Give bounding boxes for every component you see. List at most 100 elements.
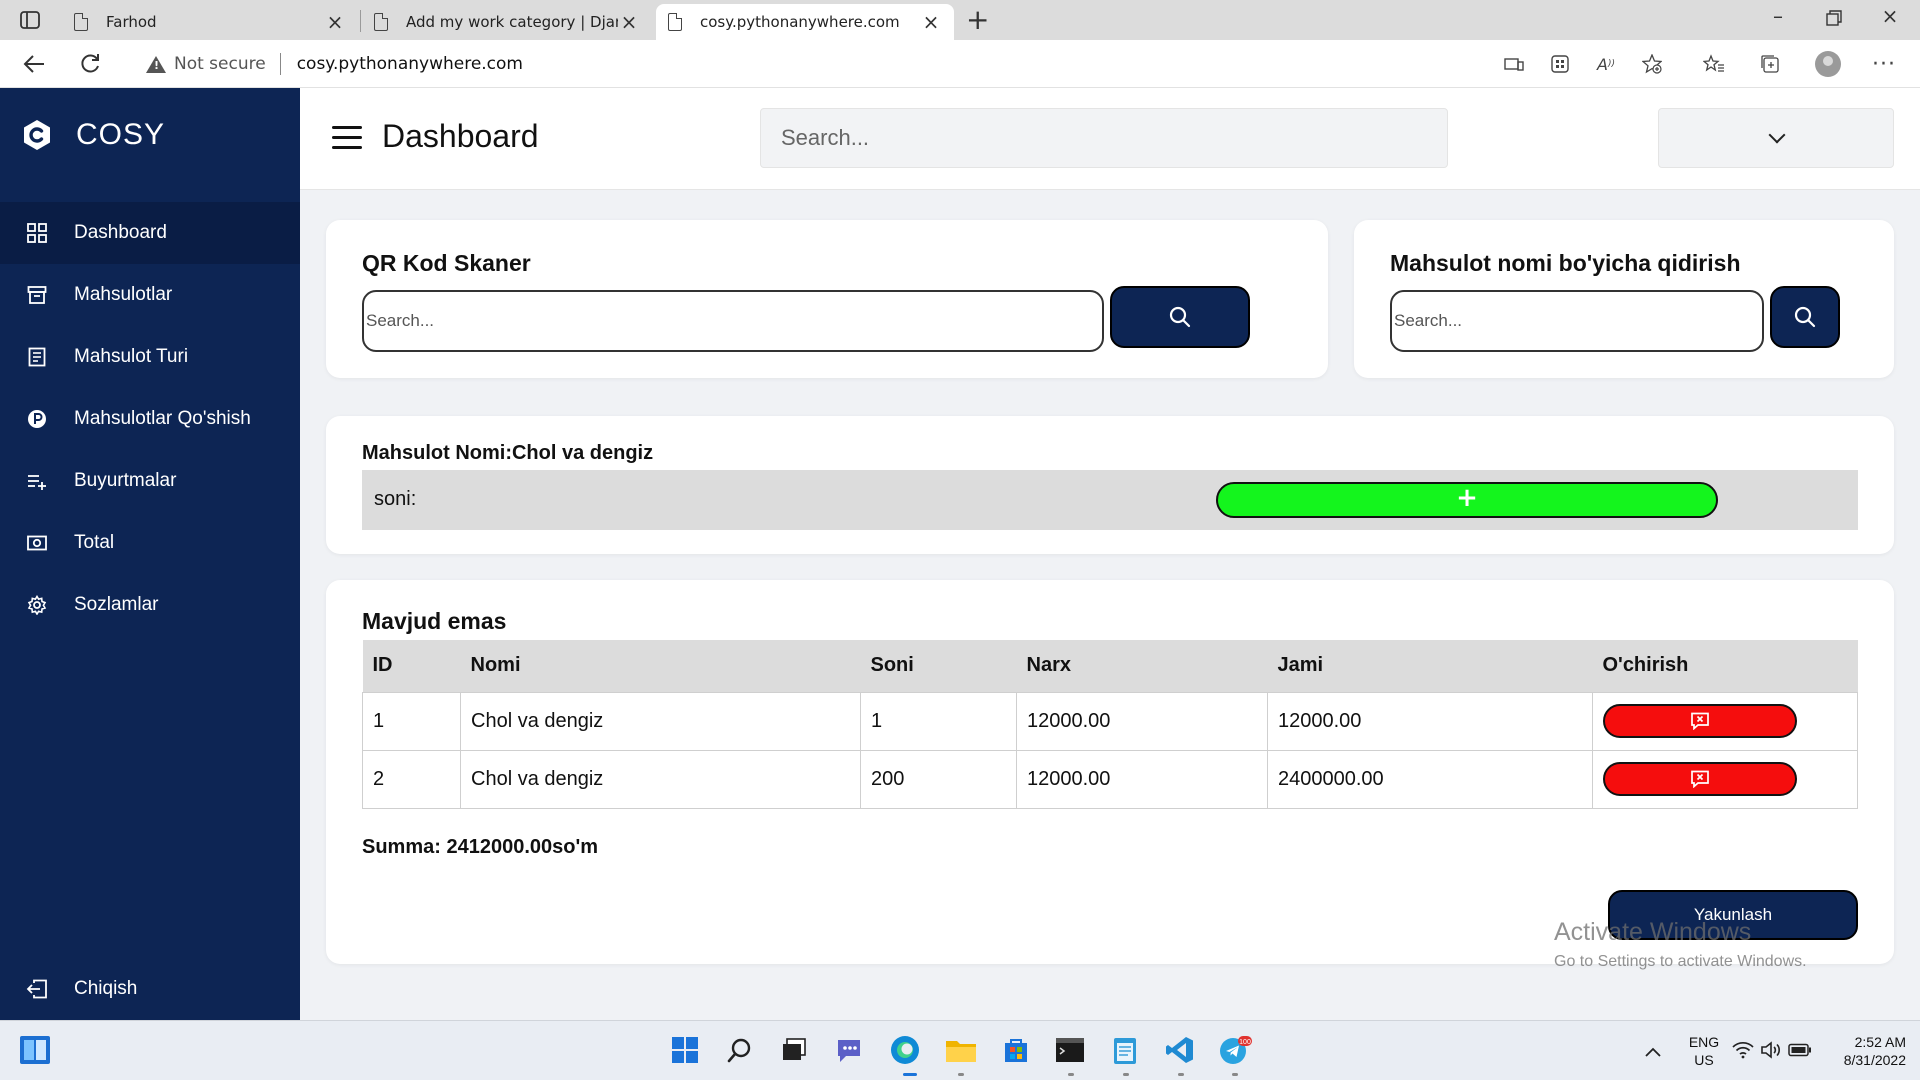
- grid-icon: [26, 222, 48, 244]
- close-icon[interactable]: ×: [920, 10, 942, 34]
- file-explorer-icon[interactable]: [944, 1033, 978, 1067]
- task-view-icon[interactable]: [777, 1033, 811, 1067]
- close-icon[interactable]: ×: [324, 10, 346, 34]
- watermark-title: Activate Windows: [1554, 918, 1752, 946]
- new-tab-icon[interactable]: +: [966, 3, 989, 36]
- logout-label: Chiqish: [74, 978, 138, 999]
- clock-time: 2:52 AM: [1854, 1034, 1906, 1050]
- tab-actions-icon[interactable]: [12, 8, 48, 32]
- header-search-input[interactable]: [781, 123, 1361, 153]
- tab-title: cosy.pythonanywhere.com: [700, 13, 900, 31]
- top-header: Dashboard: [300, 88, 1920, 190]
- quantity-label: soni:: [374, 488, 417, 510]
- apps-icon[interactable]: [1544, 50, 1576, 78]
- cell-delete: [1592, 749, 1858, 809]
- restore-icon[interactable]: [1806, 4, 1862, 31]
- read-aloud-icon[interactable]: A)): [1590, 50, 1622, 78]
- close-icon[interactable]: ×: [618, 10, 640, 34]
- delete-icon: [1691, 712, 1709, 730]
- sidebar-item-label: Mahsulotlar Qo'shish: [74, 408, 251, 429]
- battery-icon[interactable]: [1786, 1033, 1814, 1067]
- running-app-indicator: [1232, 1073, 1238, 1076]
- input-language[interactable]: ENG US: [1682, 1033, 1726, 1069]
- sidebar-item-mahsulotlar-qoshish[interactable]: Mahsulotlar Qo'shish: [0, 388, 300, 450]
- orders-title: Mavjud emas: [362, 608, 507, 634]
- collections-icon[interactable]: [1754, 50, 1786, 78]
- device-icon[interactable]: [1498, 50, 1530, 78]
- edge-browser-icon[interactable]: [888, 1033, 922, 1067]
- column-header-nomi: Nomi: [460, 640, 861, 692]
- user-dropdown[interactable]: [1658, 108, 1894, 168]
- widgets-icon[interactable]: [18, 1033, 52, 1067]
- browser-tab-cosy[interactable]: cosy.pythonanywhere.com ×: [656, 4, 954, 40]
- sidebar-item-logout[interactable]: Chiqish: [0, 958, 300, 1020]
- delete-button[interactable]: [1603, 762, 1797, 796]
- clock[interactable]: 2:52 AM 8/31/2022: [1826, 1033, 1906, 1069]
- quantity-row: soni: +: [362, 470, 1858, 530]
- gear-icon: [26, 594, 48, 616]
- cell-total: 2400000.00: [1267, 749, 1593, 809]
- watermark-subtitle: Go to Settings to activate Windows.: [1554, 953, 1807, 970]
- browser-tab-farhod[interactable]: Farhod ×: [62, 4, 358, 40]
- terminal-icon[interactable]: [1053, 1033, 1087, 1067]
- teams-chat-icon[interactable]: [832, 1033, 866, 1067]
- cell-total: 12000.00: [1267, 691, 1593, 751]
- running-app-indicator: [958, 1073, 964, 1076]
- menu-icon[interactable]: [332, 126, 362, 150]
- tab-divider: [360, 10, 361, 32]
- tab-title: Add my work category | Django: [406, 13, 618, 31]
- address-bar: Not secure cosy.pythonanywhere.com A)) ·…: [0, 40, 1920, 88]
- profile-avatar[interactable]: [1812, 50, 1844, 78]
- cell-name: Chol va dengiz: [460, 691, 861, 751]
- cell-qty: 200: [860, 749, 1017, 809]
- qr-search-input[interactable]: [362, 290, 1104, 352]
- windows-taskbar: 100 ENG US 2:52 AM 8/31/2022: [0, 1020, 1920, 1080]
- wifi-icon[interactable]: [1730, 1033, 1756, 1067]
- vscode-icon[interactable]: [1163, 1033, 1197, 1067]
- favorites-icon[interactable]: [1698, 50, 1730, 78]
- delete-button[interactable]: [1603, 704, 1797, 738]
- chevron-up-icon[interactable]: [1638, 1035, 1668, 1069]
- store-icon[interactable]: [999, 1033, 1033, 1067]
- url-field[interactable]: Not secure cosy.pythonanywhere.com: [122, 46, 1662, 82]
- table-header-row: ID Nomi Soni Narx Jami O'chirish: [362, 640, 1858, 692]
- cell-delete: [1592, 691, 1858, 751]
- volume-icon[interactable]: [1758, 1033, 1784, 1067]
- brand-name: COSY: [76, 118, 166, 151]
- name-search-input[interactable]: [1390, 290, 1764, 352]
- qr-search-button[interactable]: [1110, 286, 1250, 348]
- sidebar-item-dashboard[interactable]: Dashboard: [0, 202, 300, 264]
- cosy-logo-icon: [20, 118, 54, 152]
- brand[interactable]: COSY: [20, 118, 165, 152]
- column-header-jami: Jami: [1267, 640, 1593, 692]
- add-quantity-button[interactable]: +: [1216, 482, 1718, 518]
- search-icon: [1794, 306, 1816, 328]
- telegram-icon[interactable]: 100: [1218, 1033, 1252, 1067]
- refresh-icon[interactable]: [72, 48, 108, 80]
- add-favorite-icon[interactable]: [1636, 50, 1668, 78]
- name-search-title: Mahsulot nomi bo'yicha qidirish: [1390, 250, 1741, 276]
- page-icon: [74, 13, 88, 31]
- sidebar-item-sozlamlar[interactable]: Sozlamlar: [0, 574, 300, 636]
- sidebar-item-buyurtmalar[interactable]: Buyurtmalar: [0, 450, 300, 512]
- browser-tab-django[interactable]: Add my work category | Django ×: [362, 4, 652, 40]
- archive-icon: [26, 284, 48, 306]
- window-close-icon[interactable]: ×: [1862, 4, 1918, 28]
- more-menu-icon[interactable]: ···: [1868, 50, 1900, 78]
- back-icon[interactable]: [16, 48, 52, 80]
- search-icon[interactable]: [723, 1033, 757, 1067]
- start-icon[interactable]: [668, 1033, 702, 1067]
- url-divider: [279, 53, 281, 75]
- delete-icon: [1691, 770, 1709, 788]
- orders-table: ID Nomi Soni Narx Jami O'chirish 1 Chol …: [362, 640, 1858, 809]
- product-name: Mahsulot Nomi:Chol va dengiz: [362, 442, 654, 464]
- money-icon: [26, 532, 48, 554]
- clock-date: 8/31/2022: [1843, 1052, 1906, 1068]
- minimize-icon[interactable]: –: [1750, 4, 1806, 28]
- name-search-button[interactable]: [1770, 286, 1840, 348]
- notepad-icon[interactable]: [1108, 1033, 1142, 1067]
- order-sum: Summa: 2412000.00so'm: [362, 836, 599, 858]
- sidebar-item-total[interactable]: Total: [0, 512, 300, 574]
- sidebar-item-mahsulotlar[interactable]: Mahsulotlar: [0, 264, 300, 326]
- sidebar-item-mahsulot-turi[interactable]: Mahsulot Turi: [0, 326, 300, 388]
